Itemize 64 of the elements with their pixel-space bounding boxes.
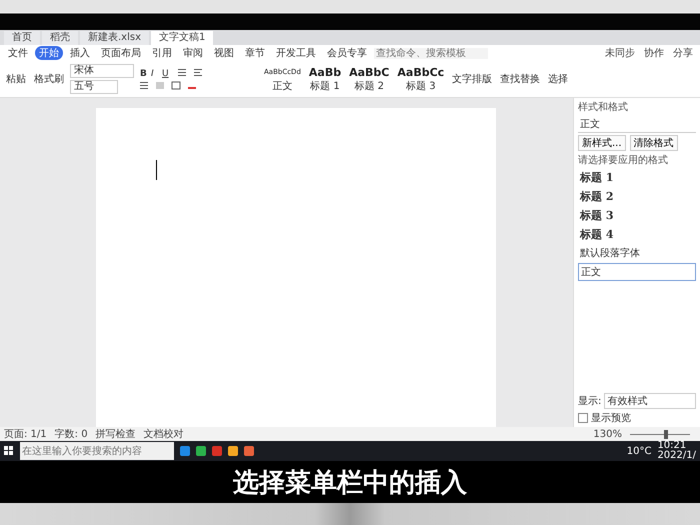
style-sample: AaBb bbox=[308, 66, 342, 78]
show-dropdown[interactable]: 有效样式 bbox=[604, 393, 696, 409]
show-label: 显示: bbox=[578, 395, 602, 408]
document-tab[interactable]: 新建表.xlsx bbox=[80, 31, 150, 45]
taskbar-search-field[interactable]: 在这里输入你要搜索的内容 bbox=[20, 442, 174, 460]
style-sample: AaBbCc bbox=[397, 66, 444, 78]
document-tab[interactable]: 稻壳 bbox=[42, 31, 78, 45]
style-preset[interactable]: AaBb 标题 1 bbox=[306, 66, 344, 92]
clock-time: 10:21 bbox=[657, 441, 686, 451]
toolbar-button[interactable]: 粘贴 bbox=[4, 72, 28, 86]
panel-button[interactable]: 清除格式 bbox=[630, 135, 678, 151]
style-preset[interactable]: AaBbC 标题 2 bbox=[347, 66, 392, 92]
style-list-item[interactable]: 标题 1 bbox=[578, 169, 696, 186]
windows-start-icon[interactable] bbox=[4, 446, 14, 456]
style-label: 标题 3 bbox=[406, 80, 436, 92]
toolbar-button[interactable]: 格式刷 bbox=[32, 72, 66, 86]
menu-tab[interactable]: 开发工具 bbox=[272, 46, 320, 60]
preview-checkbox[interactable] bbox=[578, 413, 588, 423]
menu-tab[interactable]: 开始 bbox=[35, 46, 63, 60]
menu-tab[interactable]: 会员专享 bbox=[323, 46, 371, 60]
menu-tab[interactable]: 文件 bbox=[4, 46, 32, 60]
toolbar-button[interactable]: 选择 bbox=[546, 72, 570, 86]
account-button[interactable]: 未同步 bbox=[602, 46, 638, 60]
toolbar-button[interactable]: 查找替换 bbox=[498, 72, 542, 86]
menu-tab[interactable]: 审阅 bbox=[179, 46, 207, 60]
style-sample: AaBbC bbox=[349, 66, 390, 78]
menu-tab[interactable]: 章节 bbox=[241, 46, 269, 60]
style-label: 标题 2 bbox=[354, 80, 384, 92]
menu-tab[interactable]: 页面布局 bbox=[97, 46, 145, 60]
current-style-field[interactable]: 正文 bbox=[578, 116, 696, 133]
status-text: 文档校对 bbox=[144, 428, 184, 441]
search-field[interactable]: 查找命令、搜索模板 bbox=[374, 48, 488, 58]
style-list-item[interactable]: 标题 3 bbox=[578, 207, 696, 224]
font-size-dropdown[interactable]: 五号 bbox=[70, 80, 118, 94]
toolbar-button[interactable]: 文字排版 bbox=[450, 72, 494, 86]
status-text: 字数: 0 bbox=[54, 428, 88, 441]
status-text: 拼写检查 bbox=[96, 428, 136, 441]
account-button[interactable]: 分享 bbox=[670, 46, 696, 60]
document-tab[interactable]: 首页 bbox=[4, 31, 40, 45]
zoom-level: 130% bbox=[593, 428, 622, 440]
status-text: 页面: 1/1 bbox=[4, 428, 47, 441]
font-name-dropdown[interactable]: 宋体 bbox=[70, 64, 134, 78]
preview-label: 显示预览 bbox=[591, 412, 631, 425]
account-button[interactable]: 协作 bbox=[641, 46, 667, 60]
text-cursor bbox=[156, 160, 157, 180]
style-list-item[interactable]: 正文 bbox=[578, 263, 696, 281]
style-label: 标题 1 bbox=[310, 80, 340, 92]
style-list-item[interactable]: 标题 4 bbox=[578, 226, 696, 243]
panel-title: 样式和格式 bbox=[578, 100, 629, 114]
video-subtitle: 选择菜单栏中的插入 bbox=[233, 466, 467, 500]
zoom-thumb[interactable] bbox=[664, 430, 668, 438]
style-label: 正文 bbox=[272, 80, 292, 92]
weather-text: 10°C bbox=[626, 446, 652, 456]
panel-button[interactable]: 新样式... bbox=[578, 135, 626, 151]
style-preset[interactable]: AaBbCc 标题 3 bbox=[395, 66, 446, 92]
formatting-icons-drawing: B I U bbox=[138, 66, 258, 92]
menu-tab[interactable]: 引用 bbox=[148, 46, 176, 60]
style-list-item[interactable]: 标题 2 bbox=[578, 188, 696, 205]
panel-prompt: 请选择要应用的格式 bbox=[578, 154, 669, 167]
menu-tab[interactable]: 插入 bbox=[66, 46, 94, 60]
clock-date: 2022/1/ bbox=[657, 451, 696, 461]
document-tab[interactable]: 文字文稿1 bbox=[151, 31, 214, 45]
menu-tab[interactable]: 视图 bbox=[210, 46, 238, 60]
style-list-item[interactable]: 默认段落字体 bbox=[578, 245, 696, 261]
